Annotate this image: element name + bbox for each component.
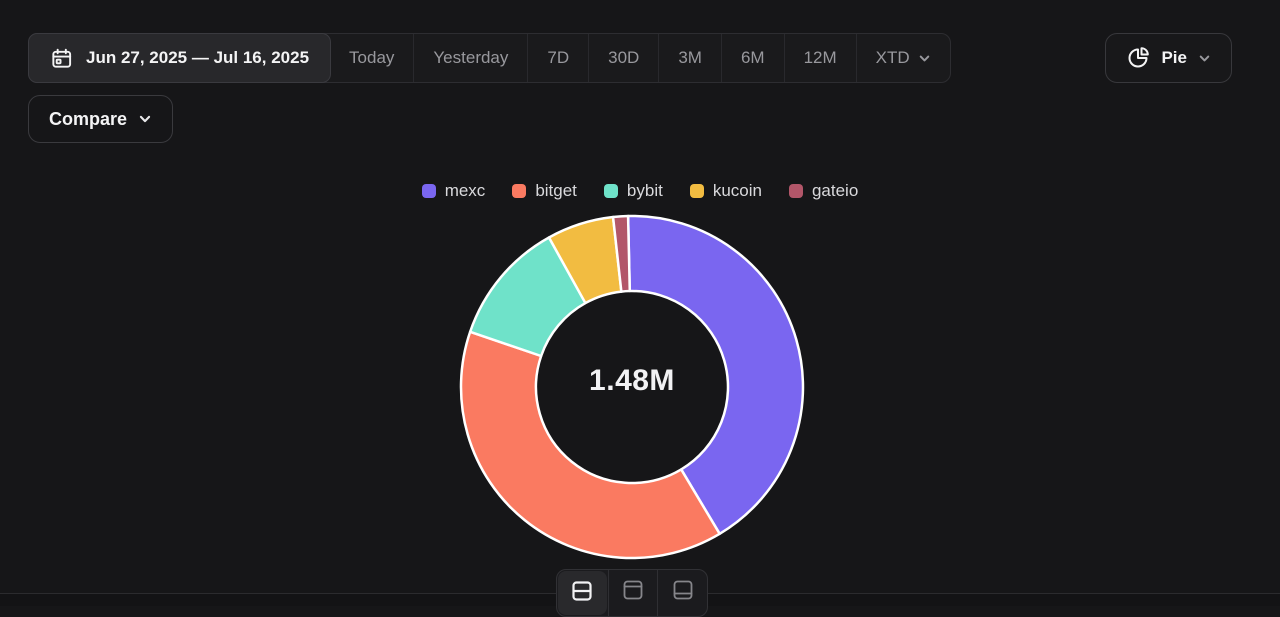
pie-chart-icon xyxy=(1126,46,1150,70)
calendar-icon xyxy=(50,47,73,70)
legend-label: gateio xyxy=(811,181,859,200)
compare-label: Compare xyxy=(49,108,128,129)
range-button-3m[interactable]: 3M xyxy=(658,34,721,82)
legend-swatch xyxy=(421,184,436,198)
legend-label: kucoin xyxy=(712,181,762,200)
range-label: 3M xyxy=(678,48,702,67)
date-range-group: Jun 27, 2025 — Jul 16, 2025 Today Yester… xyxy=(28,33,951,83)
pie-slice-bitget[interactable] xyxy=(459,330,721,560)
layout-split-rows-button[interactable] xyxy=(558,571,607,615)
range-label: 30D xyxy=(608,48,640,67)
legend-swatch xyxy=(689,184,704,198)
range-button-12m[interactable]: 12M xyxy=(783,34,856,82)
chevron-down-icon xyxy=(138,112,152,126)
chart-legend: mexc bitget bybit kucoin gateio xyxy=(0,181,1280,201)
date-range-label: Jun 27, 2025 — Jul 16, 2025 xyxy=(86,48,310,67)
layout-bottom-panel-button[interactable] xyxy=(657,570,707,616)
legend-item-bybit[interactable]: bybit xyxy=(603,181,663,201)
range-label: Today xyxy=(349,48,395,67)
legend-swatch xyxy=(603,184,618,198)
layout-switcher xyxy=(556,569,708,617)
legend-item-mexc[interactable]: mexc xyxy=(421,181,486,201)
legend-swatch xyxy=(788,184,803,198)
legend-label: mexc xyxy=(444,181,486,200)
legend-item-gateio[interactable]: gateio xyxy=(788,181,859,201)
layout-top-panel-button[interactable] xyxy=(607,570,658,616)
legend-item-bitget[interactable]: bitget xyxy=(512,181,577,201)
split-rows-icon xyxy=(569,578,595,604)
chevron-down-icon xyxy=(918,52,931,65)
range-button-7d[interactable]: 7D xyxy=(527,34,588,82)
date-range-picker[interactable]: Jun 27, 2025 — Jul 16, 2025 xyxy=(28,33,332,83)
toolbar: Jun 27, 2025 — Jul 16, 2025 Today Yester… xyxy=(28,33,1232,83)
legend-item-kucoin[interactable]: kucoin xyxy=(689,181,762,201)
range-label: 6M xyxy=(740,48,765,67)
range-label: XTD xyxy=(875,48,910,67)
range-button-yesterday[interactable]: Yesterday xyxy=(413,34,527,82)
top-panel-icon xyxy=(620,577,646,603)
range-button-30d[interactable]: 30D xyxy=(588,34,658,82)
donut-chart[interactable] xyxy=(452,207,812,567)
range-button-xtd[interactable]: XTD xyxy=(855,34,950,82)
range-label: Yesterday xyxy=(433,48,509,67)
compare-button[interactable]: Compare xyxy=(28,95,174,143)
chart-type-label: Pie xyxy=(1161,48,1187,67)
legend-label: bitget xyxy=(535,181,577,200)
chevron-down-icon xyxy=(1198,52,1211,65)
donut-chart-area xyxy=(452,207,812,567)
bottom-panel-icon xyxy=(670,577,696,603)
range-label: 12M xyxy=(803,48,837,67)
range-button-today[interactable]: Today xyxy=(330,34,413,82)
legend-swatch xyxy=(512,184,527,198)
range-button-6m[interactable]: 6M xyxy=(720,34,784,82)
chart-type-button[interactable]: Pie xyxy=(1105,33,1232,83)
range-label: 7D xyxy=(547,48,570,67)
legend-label: bybit xyxy=(626,181,663,200)
